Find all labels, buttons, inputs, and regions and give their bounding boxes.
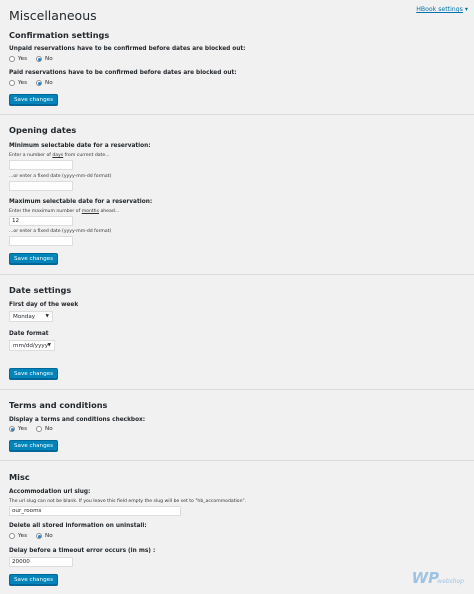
terms-save-button[interactable]: Save changes	[9, 440, 59, 451]
min-date-help-unit: days	[52, 153, 64, 158]
divider	[0, 460, 474, 461]
date-format-value: mm/dd/yyyy	[13, 343, 49, 349]
delete-data-label: Delete all stored information on uninsta…	[9, 523, 147, 529]
max-date-help-pre: Enter the maximum number of	[9, 209, 82, 214]
wp-webshop-logo: WPwebshop	[412, 568, 464, 587]
unpaid-no-radio[interactable]	[36, 56, 43, 62]
unpaid-confirm-label: Unpaid reservations have to be confirmed…	[9, 46, 246, 52]
page-title-wrap: Miscellaneous	[9, 6, 97, 23]
slug-help: The url slug can not be blank. If you le…	[9, 499, 247, 504]
max-date-label: Maximum selectable date for a reservatio…	[9, 199, 153, 205]
max-fixed-date-help: ...or enter a fixed date (yyyy-mm-dd for…	[9, 229, 112, 234]
chevron-down-icon: ▾	[464, 6, 468, 13]
unpaid-confirm-radios: Yes No	[9, 56, 59, 62]
date-section-title: Date settings	[9, 285, 72, 295]
terms-no-radio[interactable]	[36, 426, 43, 432]
terms-no-label: No	[45, 426, 53, 432]
misc-save-button[interactable]: Save changes	[9, 574, 59, 585]
terms-yes-radio[interactable]	[9, 426, 15, 432]
slug-input[interactable]: our_rooms	[9, 506, 181, 516]
slug-label: Accommodation url slug:	[9, 489, 91, 495]
timeout-label: Delay before a timeout error occurs (in …	[9, 548, 156, 554]
divider	[0, 274, 474, 275]
first-day-label: First day of the week	[9, 302, 79, 308]
hbook-settings-link[interactable]: HBook settings ▾	[416, 6, 468, 13]
divider	[0, 114, 474, 115]
date-save-button[interactable]: Save changes	[9, 368, 59, 379]
unpaid-yes-radio[interactable]	[9, 56, 15, 62]
min-date-label: Minimum selectable date for a reservatio…	[9, 143, 151, 149]
chevron-down-icon: ▼	[45, 314, 49, 319]
hbook-settings-label: HBook settings	[416, 6, 463, 13]
paid-yes-label: Yes	[18, 80, 28, 86]
unpaid-no-label: No	[45, 56, 53, 62]
logo-sub: webshop	[437, 578, 464, 585]
delete-yes-label: Yes	[18, 533, 28, 539]
terms-yes-label: Yes	[18, 426, 28, 432]
paid-confirm-radios: Yes No	[9, 80, 59, 86]
terms-radios: Yes No	[9, 426, 59, 432]
delete-yes-radio[interactable]	[9, 533, 15, 539]
min-date-help: Enter a number of days from current date…	[9, 153, 110, 158]
opening-save-button[interactable]: Save changes	[9, 253, 59, 264]
confirmation-save-button[interactable]: Save changes	[9, 94, 59, 105]
delete-no-radio[interactable]	[36, 533, 43, 539]
date-format-label: Date format	[9, 331, 49, 337]
first-day-value: Monday	[13, 314, 36, 320]
min-days-input[interactable]	[9, 160, 73, 170]
max-date-help: Enter the maximum number of months ahead…	[9, 209, 119, 214]
min-fixed-date-help: ...or enter a fixed date (yyyy-mm-dd for…	[9, 174, 112, 179]
opening-section-title: Opening dates	[9, 125, 77, 135]
paid-yes-radio[interactable]	[9, 80, 15, 86]
paid-no-label: No	[45, 80, 53, 86]
logo-mark: WP	[411, 569, 440, 587]
min-date-help-post: from current date...	[63, 153, 110, 158]
timeout-input[interactable]: 20000	[9, 557, 73, 567]
chevron-down-icon: ▼	[47, 343, 51, 348]
delete-data-radios: Yes No	[9, 533, 59, 539]
max-months-input[interactable]: 12	[9, 216, 73, 226]
terms-display-label: Display a terms and conditions checkbox:	[9, 417, 146, 423]
unpaid-yes-label: Yes	[18, 56, 28, 62]
misc-section-title: Misc	[9, 472, 30, 482]
divider	[0, 389, 474, 390]
date-format-select[interactable]: mm/dd/yyyy ▼	[9, 340, 55, 351]
paid-no-radio[interactable]	[36, 80, 43, 86]
min-date-help-pre: Enter a number of	[9, 153, 53, 158]
page-title: Miscellaneous	[9, 8, 97, 23]
terms-section-title: Terms and conditions	[9, 400, 108, 410]
max-fixed-date-input[interactable]	[9, 236, 73, 246]
first-day-select[interactable]: Monday ▼	[9, 311, 53, 322]
paid-confirm-label: Paid reservations have to be confirmed b…	[9, 70, 237, 76]
confirmation-section-title: Confirmation settings	[9, 30, 110, 40]
delete-no-label: No	[45, 533, 53, 539]
min-fixed-date-input[interactable]	[9, 181, 73, 191]
max-date-help-unit: months	[81, 209, 99, 214]
max-date-help-post: ahead...	[99, 209, 120, 214]
